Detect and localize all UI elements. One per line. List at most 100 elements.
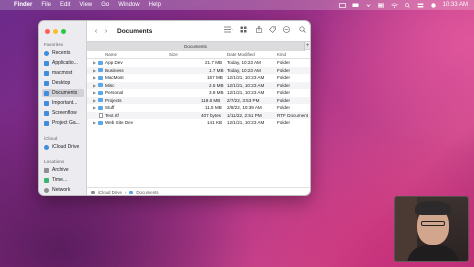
file-date: 2/7/22, 3:53 PM (227, 97, 260, 103)
sidebar-item-archive[interactable]: Archive (42, 166, 84, 174)
folder-icon (98, 98, 103, 102)
column-header: Name Size Date Modified Kind (87, 50, 310, 59)
file-browser: ‹ › Documents Documents + Name Size Date… (87, 21, 310, 195)
tag-icon[interactable] (269, 26, 276, 33)
sidebar-item-project-ga[interactable]: Project Ga... (42, 119, 84, 127)
disclosure-triangle-icon[interactable]: ▶ (93, 83, 96, 88)
column-date-modified[interactable]: Date Modified (227, 52, 255, 57)
file-name: Misc (105, 82, 115, 88)
clock[interactable]: 10:33 AM (443, 2, 468, 8)
file-size: 1.7 MB (209, 67, 224, 73)
list-view-icon[interactable] (224, 26, 233, 33)
folder-icon (98, 83, 103, 87)
disclosure-triangle-icon[interactable]: ▶ (93, 60, 96, 65)
file-size: 407 bytes (201, 112, 221, 118)
column-kind[interactable]: Kind (277, 52, 286, 57)
display-icon[interactable] (352, 3, 359, 8)
sidebar-item-icloud-drive[interactable]: iCloud Drive (42, 143, 84, 151)
file-kind: Folder (277, 105, 291, 111)
menu-window[interactable]: Window (118, 2, 139, 8)
close-button[interactable] (45, 29, 50, 34)
network-icon (44, 187, 49, 193)
file-size: 157 MB (207, 75, 223, 81)
disclosure-triangle-icon[interactable]: ▶ (93, 75, 96, 80)
file-kind: Folder (277, 82, 291, 88)
path-segment-documents[interactable]: Documents (136, 190, 158, 195)
clock-icon (44, 50, 49, 56)
file-name: Business (105, 67, 124, 73)
file-name: Text.rtf (105, 112, 119, 118)
table-row[interactable]: ▶ App Dev 21.7 MB Today, 10:23 AM Folder (87, 59, 310, 67)
more-actions-icon[interactable] (283, 26, 292, 33)
sidebar-item-applications[interactable]: Applicatio... (42, 59, 84, 67)
sidebar-item-screenflow[interactable]: Screenflow (42, 109, 84, 117)
file-name: Projects (105, 97, 122, 103)
menu-bar: Finder File Edit View Go Window Help 10:… (0, 0, 474, 10)
zoom-button[interactable] (61, 29, 66, 34)
disclosure-triangle-icon[interactable]: ▶ (93, 105, 96, 110)
toolbar-actions (224, 26, 306, 33)
folder-icon (98, 105, 103, 110)
menu-edit[interactable]: Edit (60, 2, 70, 8)
screen-share-icon[interactable] (338, 2, 346, 8)
table-row[interactable]: ▶ Business 1.7 MB Today, 10:23 AM Folder (87, 66, 310, 74)
file-name: App Dev (105, 60, 123, 66)
apps-icon (44, 60, 49, 66)
control-center-icon[interactable] (417, 3, 424, 8)
menu-go[interactable]: Go (101, 2, 109, 8)
sidebar-item-desktop[interactable]: Desktop (42, 79, 84, 87)
disclosure-triangle-icon[interactable]: ▶ (93, 68, 96, 73)
disclosure-triangle-icon[interactable]: ▶ (93, 120, 96, 125)
sidebar-item-recents[interactable]: Recents (42, 49, 84, 57)
table-row[interactable]: ▶ Projects 119.6 MB 2/7/22, 3:53 PM Fold… (87, 96, 310, 104)
column-size[interactable]: Size (169, 52, 178, 57)
file-date: 12/1/21, 10:23 AM (227, 90, 265, 96)
folder-icon (44, 120, 49, 126)
file-name: Personal (105, 90, 124, 96)
grid-view-icon[interactable] (240, 26, 249, 33)
sidebar-item-label: macmost (52, 70, 73, 76)
file-name: Web Site Dev (105, 120, 133, 126)
table-row[interactable]: ▶ Stuff 11.5 MB 2/8/22, 10:39 AM Folder (87, 104, 310, 112)
sidebar-item-label: Applicatio... (52, 60, 78, 66)
menu-file[interactable]: File (41, 2, 51, 8)
file-kind: Folder (277, 67, 291, 73)
table-row[interactable]: ▶ Misc 2.5 MB 12/1/21, 10:23 AM Folder (87, 81, 310, 89)
table-row[interactable]: ▶ Personal 3.8 MB 12/1/21, 10:23 AM Fold… (87, 89, 310, 97)
disclosure-triangle-icon[interactable]: ▶ (93, 90, 96, 95)
menu-help[interactable]: Help (149, 2, 161, 8)
sidebar-item-label: Recents (52, 50, 71, 56)
cloud-icon (44, 144, 49, 150)
battery-icon[interactable] (377, 3, 385, 8)
dropbox-icon[interactable] (365, 3, 372, 8)
sidebar-item-time-machine[interactable]: Time... (42, 176, 84, 184)
status-area: 10:33 AM (338, 0, 468, 10)
file-kind: Folder (277, 90, 291, 96)
siri-icon[interactable] (430, 2, 437, 8)
share-icon[interactable] (256, 26, 262, 33)
file-date: Today, 10:23 AM (227, 67, 261, 73)
menu-finder[interactable]: Finder (14, 2, 32, 8)
table-row[interactable]: ▶ MacMost 157 MB 12/1/21, 10:23 AM Folde… (87, 74, 310, 82)
forward-button[interactable]: › (101, 28, 111, 35)
file-date: 12/1/21, 10:23 AM (227, 120, 265, 126)
file-date: 1/11/22, 2:51 PM (227, 112, 262, 118)
path-segment-icloud-drive[interactable]: iCloud Drive (98, 190, 122, 195)
file-size: 119.6 MB (201, 97, 221, 103)
sidebar-item-important[interactable]: Important... (42, 99, 84, 107)
table-row[interactable]: Text.rtf 407 bytes 1/11/22, 2:51 PM RTF … (87, 111, 310, 119)
disclosure-triangle-icon[interactable]: ▶ (93, 98, 96, 103)
search-icon[interactable] (299, 26, 306, 33)
column-name[interactable]: Name (105, 52, 117, 57)
sidebar-item-macmost[interactable]: macmost (42, 69, 84, 77)
sidebar-item-network[interactable]: Network (42, 186, 84, 194)
sidebar-item-label: Archive (52, 167, 69, 173)
search-icon[interactable] (404, 2, 411, 8)
menu-view[interactable]: View (79, 2, 92, 8)
back-button[interactable]: ‹ (91, 28, 101, 35)
minimize-button[interactable] (53, 29, 58, 34)
sidebar-item-documents[interactable]: Documents (42, 89, 84, 97)
path-bar: iCloud Drive › Documents (87, 187, 310, 195)
table-row[interactable]: ▶ Web Site Dev 141 KB 12/1/21, 10:23 AM … (87, 119, 310, 127)
wifi-icon[interactable] (390, 2, 398, 8)
